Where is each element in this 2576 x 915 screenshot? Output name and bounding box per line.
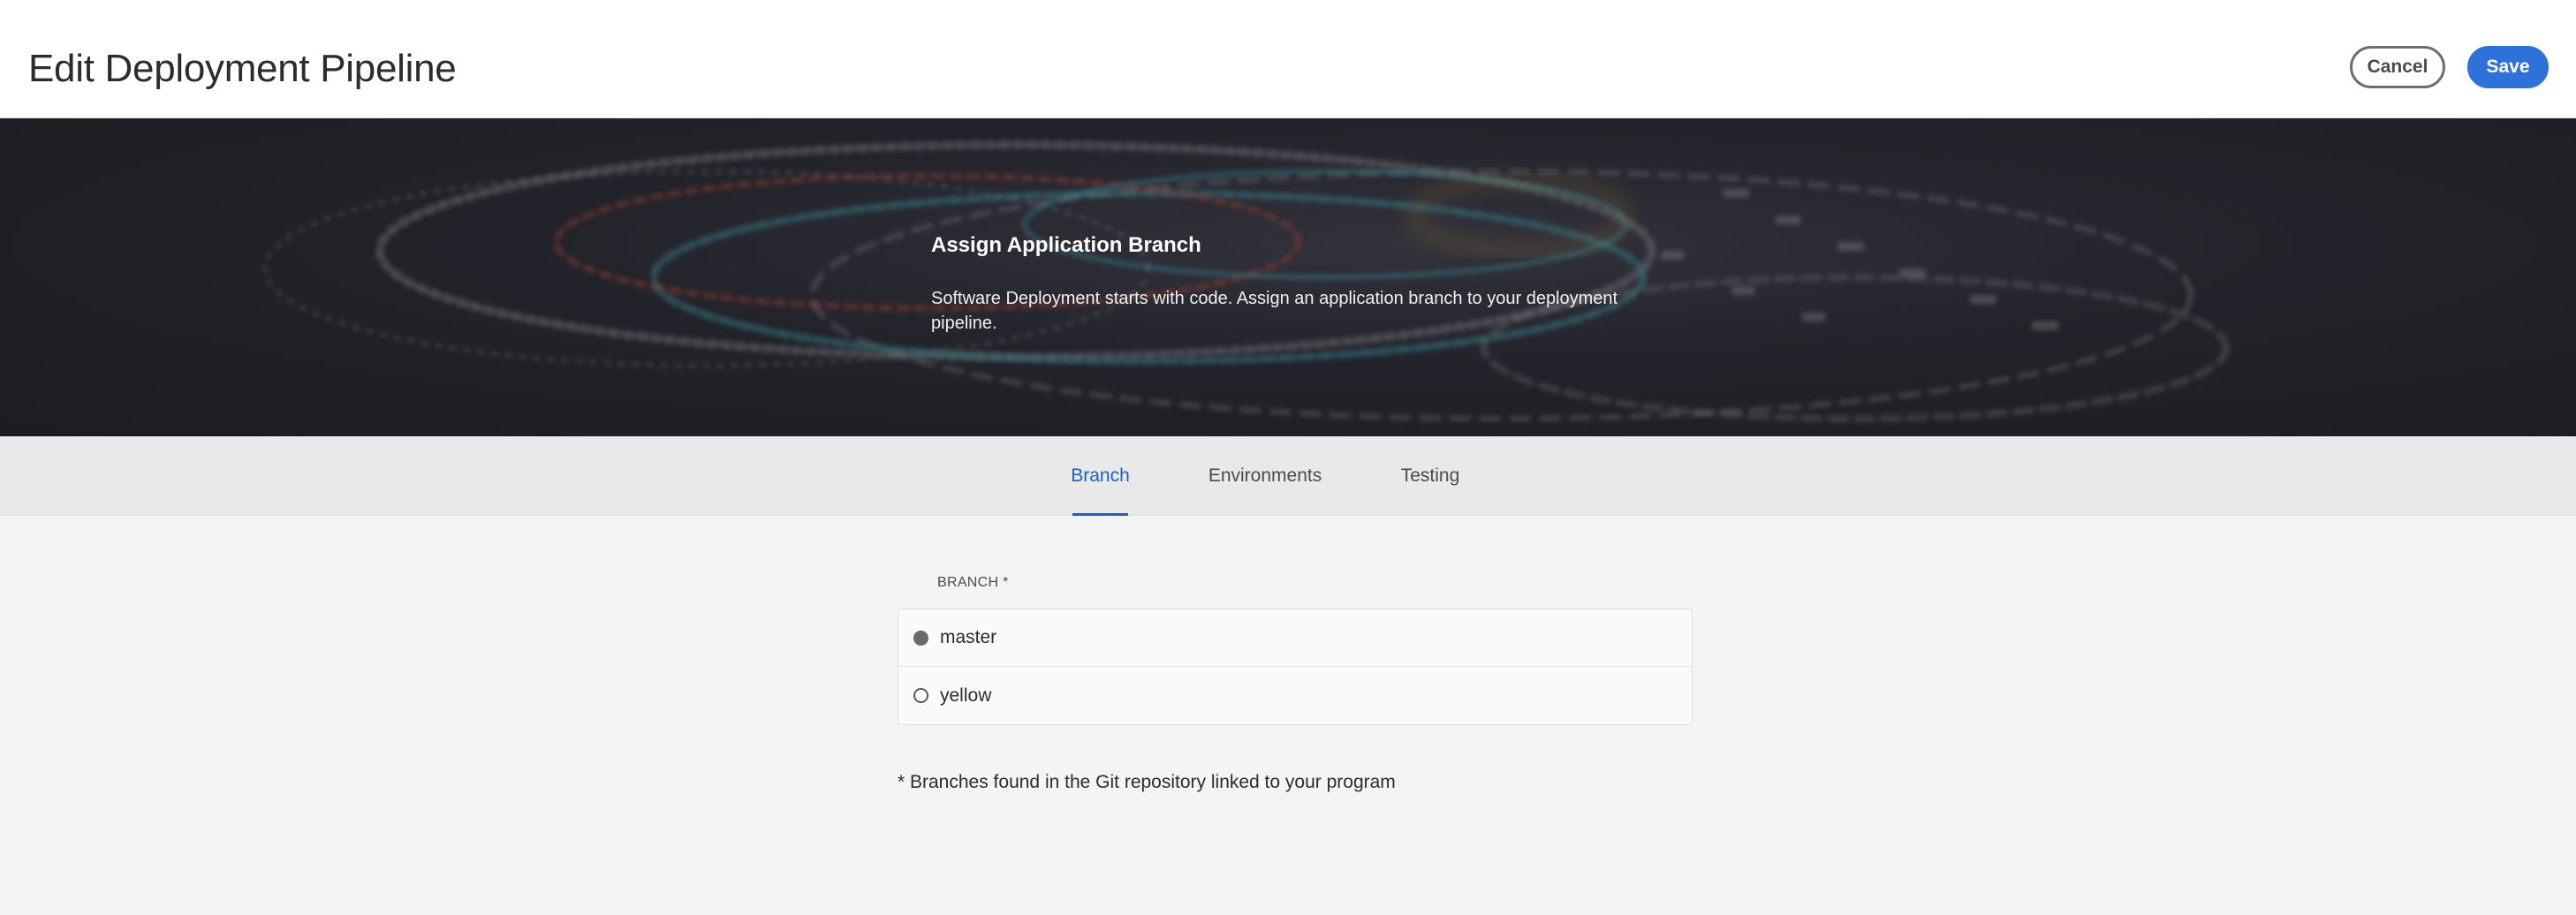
hero-description: Software Deployment starts with code. As… xyxy=(931,289,1618,333)
tab-bar: Branch Environments Testing xyxy=(0,436,2576,516)
hero-banner: Assign Application Branch Software Deplo… xyxy=(0,118,2576,436)
page-header: Edit Deployment Pipeline Cancel Save xyxy=(0,0,2576,118)
branch-field-label: BRANCH * xyxy=(937,575,1009,590)
hero-background-art xyxy=(0,118,2576,436)
branch-option-label: yellow xyxy=(940,684,992,706)
page-title: Edit Deployment Pipeline xyxy=(28,47,457,90)
tab-branch[interactable]: Branch xyxy=(1071,436,1130,516)
branch-option-label: master xyxy=(940,627,997,647)
hero-title: Assign Application Branch xyxy=(931,233,1201,257)
branch-option-yellow[interactable]: yellow xyxy=(898,667,1692,724)
save-button[interactable]: Save xyxy=(2467,46,2549,88)
radio-unchecked-icon[interactable] xyxy=(913,688,928,703)
branch-option-master[interactable]: master xyxy=(898,609,1692,667)
branch-footnote: * Branches found in the Git repository l… xyxy=(898,772,1396,792)
branch-radio-group: master yellow xyxy=(898,609,1693,725)
cancel-button[interactable]: Cancel xyxy=(2350,46,2445,88)
radio-checked-icon[interactable] xyxy=(913,630,928,646)
tab-testing[interactable]: Testing xyxy=(1401,436,1460,516)
tab-environments[interactable]: Environments xyxy=(1208,436,1322,516)
